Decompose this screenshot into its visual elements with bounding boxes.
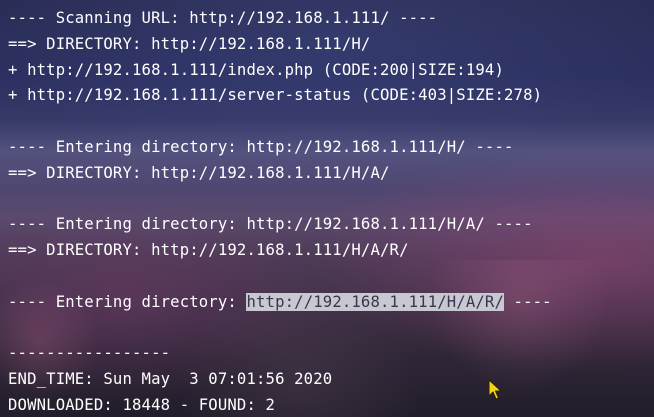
terminal-line: ==> DIRECTORY: http://192.168.1.111/H/A/ bbox=[8, 161, 552, 187]
line-text: ==> DIRECTORY: http://192.168.1.111/H/A/… bbox=[8, 241, 409, 260]
line-text: + http://192.168.1.111/server-status (CO… bbox=[8, 86, 543, 105]
terminal-line: + http://192.168.1.111/index.php (CODE:2… bbox=[8, 58, 552, 84]
terminal-line: ---- Scanning URL: http://192.168.1.111/… bbox=[8, 6, 552, 32]
line-text: END_TIME: Sun May 3 07:01:56 2020 bbox=[8, 370, 333, 389]
line-text: ---- Scanning URL: http://192.168.1.111/… bbox=[8, 9, 438, 27]
line-text: ----------------- bbox=[8, 344, 171, 363]
terminal-window[interactable]: ---- Scanning URL: http://192.168.1.111/… bbox=[0, 0, 654, 417]
line-text: ---- Entering directory: http://192.168.… bbox=[8, 137, 514, 156]
line-text: ---- Entering directory: http://192.168.… bbox=[8, 215, 533, 234]
terminal-line: ---- Entering directory: http://192.168.… bbox=[8, 290, 552, 316]
terminal-line: ==> DIRECTORY: http://192.168.1.111/H/A/… bbox=[8, 238, 552, 264]
terminal-line: DOWNLOADED: 18448 - FOUND: 2 bbox=[8, 393, 552, 417]
line-text: DOWNLOADED: 18448 - FOUND: 2 bbox=[8, 395, 276, 414]
terminal-output: ---- Scanning URL: http://192.168.1.111/… bbox=[8, 6, 552, 417]
line-text-suffix: ---- bbox=[504, 292, 552, 311]
line-text: + http://192.168.1.111/index.php (CODE:2… bbox=[8, 60, 504, 79]
line-text: ---- Entering directory: bbox=[8, 292, 247, 311]
terminal-line: END_TIME: Sun May 3 07:01:56 2020 bbox=[8, 367, 552, 393]
terminal-line: + http://192.168.1.111/server-status (CO… bbox=[8, 83, 552, 109]
mouse-pointer-icon bbox=[488, 379, 502, 400]
terminal-line: ==> DIRECTORY: http://192.168.1.111/H/ bbox=[8, 32, 552, 58]
terminal-line: ----------------- bbox=[8, 341, 552, 367]
selected-url-text[interactable]: http://192.168.1.111/H/A/R/ bbox=[246, 292, 505, 311]
line-text: ==> DIRECTORY: http://192.168.1.111/H/ bbox=[8, 34, 371, 53]
terminal-line: ---- Entering directory: http://192.168.… bbox=[8, 212, 552, 238]
terminal-line: ---- Entering directory: http://192.168.… bbox=[8, 135, 552, 161]
line-text: ==> DIRECTORY: http://192.168.1.111/H/A/ bbox=[8, 163, 390, 182]
